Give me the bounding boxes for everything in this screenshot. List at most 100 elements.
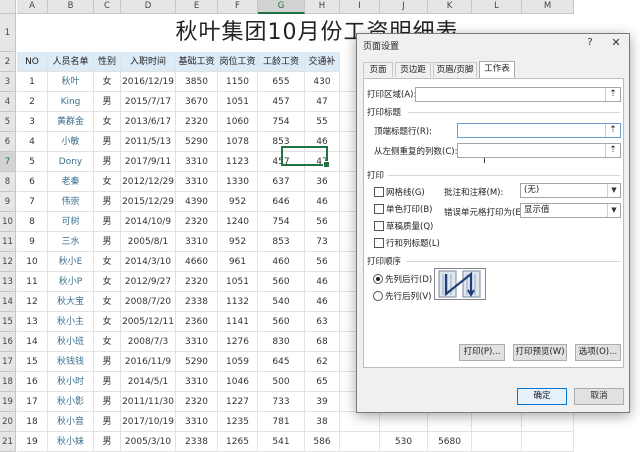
table-cell[interactable]: 男	[94, 372, 121, 392]
row-header[interactable]: 11	[0, 232, 16, 252]
cell-errors-select[interactable]: 显示值 ▼	[520, 203, 621, 218]
row-col-headings-checkbox[interactable]	[374, 238, 384, 248]
row-header[interactable]: 7	[0, 152, 16, 172]
table-cell[interactable]	[340, 432, 380, 452]
table-cell[interactable]: Dony	[48, 152, 94, 172]
table-cell[interactable]: 781	[258, 412, 305, 432]
table-cell[interactable]: 430	[305, 72, 340, 92]
table-cell[interactable]	[380, 412, 428, 432]
table-cell[interactable]: 12	[17, 292, 48, 312]
print-button[interactable]: 打印(P)...	[459, 344, 505, 361]
row-header[interactable]: 8	[0, 172, 16, 192]
table-cell[interactable]: 13	[17, 312, 48, 332]
table-cell[interactable]: 4660	[176, 252, 218, 272]
column-header[interactable]: G	[258, 0, 305, 14]
cancel-button[interactable]: 取消	[574, 388, 624, 405]
table-cell[interactable]: 三水	[48, 232, 94, 252]
table-cell[interactable]: 6	[17, 172, 48, 192]
table-cell[interactable]: 2008/7/3	[121, 332, 176, 352]
tab-header-footer[interactable]: 页眉/页脚	[433, 62, 477, 77]
table-cell[interactable]: 1330	[218, 172, 258, 192]
table-header-cell[interactable]: 交通补	[305, 52, 340, 72]
table-cell[interactable]: 3310	[176, 412, 218, 432]
table-cell[interactable]: 秋钱钱	[48, 352, 94, 372]
table-cell[interactable]: 男	[94, 152, 121, 172]
table-cell[interactable]: 952	[218, 232, 258, 252]
table-cell[interactable]	[428, 412, 472, 432]
table-cell[interactable]: 2	[17, 92, 48, 112]
row-header[interactable]: 12	[0, 252, 16, 272]
table-cell[interactable]: 55	[305, 112, 340, 132]
column-header[interactable]: L	[472, 0, 522, 14]
ok-button[interactable]: 确定	[517, 388, 567, 405]
table-cell[interactable]: 1051	[218, 92, 258, 112]
chevron-down-icon[interactable]: ▼	[607, 204, 620, 217]
table-cell[interactable]: 老秦	[48, 172, 94, 192]
table-cell[interactable]: 5680	[428, 432, 472, 452]
table-cell[interactable]: 56	[305, 252, 340, 272]
row-header[interactable]: 19	[0, 392, 16, 412]
table-cell[interactable]: 500	[258, 372, 305, 392]
table-cell[interactable]: 2320	[176, 272, 218, 292]
column-header[interactable]: E	[176, 0, 218, 14]
table-header-cell[interactable]: 入职时间	[121, 52, 176, 72]
table-cell[interactable]: 952	[218, 192, 258, 212]
table-cell[interactable]: 646	[258, 192, 305, 212]
table-cell[interactable]: 3310	[176, 172, 218, 192]
table-cell[interactable]: 2011/5/13	[121, 132, 176, 152]
close-button[interactable]: ✕	[608, 36, 624, 50]
table-cell[interactable]: 女	[94, 292, 121, 312]
row-header[interactable]: 14	[0, 292, 16, 312]
table-cell[interactable]: 73	[305, 232, 340, 252]
table-cell[interactable]: 754	[258, 112, 305, 132]
column-header[interactable]: M	[522, 0, 574, 14]
table-cell[interactable]: 3310	[176, 152, 218, 172]
table-cell[interactable]: 7	[17, 192, 48, 212]
print-preview-button[interactable]: 打印预览(W)	[513, 344, 567, 361]
table-cell[interactable]: 1123	[218, 152, 258, 172]
table-cell[interactable]: 3670	[176, 92, 218, 112]
table-cell[interactable]: 2017/9/11	[121, 152, 176, 172]
tab-margins[interactable]: 页边距	[395, 62, 431, 77]
table-cell[interactable]: 11	[17, 272, 48, 292]
table-cell[interactable]: 2016/11/9	[121, 352, 176, 372]
collapse-dialog-icon[interactable]: ⇡	[605, 124, 620, 137]
table-cell[interactable]	[340, 412, 380, 432]
table-header-cell[interactable]: 工龄工资	[258, 52, 305, 72]
table-cell[interactable]: 62	[305, 352, 340, 372]
row-header[interactable]: 17	[0, 352, 16, 372]
table-cell[interactable]: 1276	[218, 332, 258, 352]
table-cell[interactable]: 2005/3/10	[121, 432, 176, 452]
row-header[interactable]: 15	[0, 312, 16, 332]
table-cell[interactable]: 可树	[48, 212, 94, 232]
table-cell[interactable]: 男	[94, 92, 121, 112]
table-cell[interactable]: 女	[94, 72, 121, 92]
table-header-cell[interactable]: 岗位工资	[218, 52, 258, 72]
row-header[interactable]: 3	[0, 72, 16, 92]
column-header[interactable]: H	[305, 0, 340, 14]
table-cell[interactable]: 560	[258, 272, 305, 292]
table-cell[interactable]: 秋小时	[48, 372, 94, 392]
column-header[interactable]: C	[94, 0, 121, 14]
comments-select[interactable]: (无) ▼	[520, 183, 621, 198]
table-cell[interactable]: 男	[94, 392, 121, 412]
table-cell[interactable]: 754	[258, 212, 305, 232]
table-cell[interactable]: 秋小班	[48, 332, 94, 352]
table-cell[interactable]: 2012/12/29	[121, 172, 176, 192]
table-cell[interactable]: 3850	[176, 72, 218, 92]
table-cell[interactable]: 733	[258, 392, 305, 412]
table-cell[interactable]: 男	[94, 352, 121, 372]
column-header[interactable]: I	[340, 0, 380, 14]
table-cell[interactable]: 2320	[176, 212, 218, 232]
mono-checkbox[interactable]	[374, 204, 384, 214]
table-cell[interactable]: 14	[17, 332, 48, 352]
table-cell[interactable]: 秋叶	[48, 72, 94, 92]
table-cell[interactable]: 1	[17, 72, 48, 92]
table-cell[interactable]: 460	[258, 252, 305, 272]
table-cell[interactable]: 2016/12/19	[121, 72, 176, 92]
table-cell[interactable]: 1265	[218, 432, 258, 452]
table-cell[interactable]: 46	[305, 272, 340, 292]
table-cell[interactable]: 46	[305, 292, 340, 312]
table-cell[interactable]: 2014/10/9	[121, 212, 176, 232]
table-cell[interactable]: 女	[94, 332, 121, 352]
